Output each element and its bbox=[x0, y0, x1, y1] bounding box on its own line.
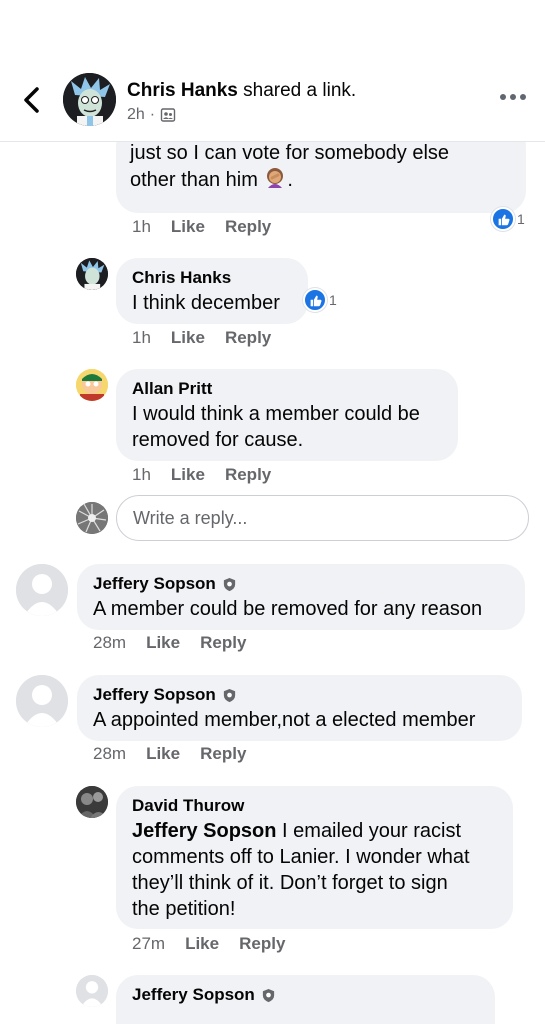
comment-actions: 27m Like Reply bbox=[132, 934, 285, 954]
commenter-avatar[interactable] bbox=[76, 258, 108, 290]
comment-actions: 28m Like Reply bbox=[93, 744, 246, 764]
comment-bubble: Allan Pritt I would think a member could… bbox=[116, 369, 458, 461]
comment-author[interactable]: Chris Hanks bbox=[132, 268, 292, 288]
commenter-avatar[interactable] bbox=[76, 369, 108, 401]
comment-time[interactable]: 1h bbox=[132, 217, 151, 237]
comment-time[interactable]: 28m bbox=[93, 744, 126, 764]
comment-time[interactable]: 28m bbox=[93, 633, 126, 653]
post-title: Chris Hanks shared a link. bbox=[127, 80, 356, 102]
comment-text: Jeffery Sopson I emailed your racist com… bbox=[132, 820, 470, 920]
commenter-avatar[interactable] bbox=[16, 675, 68, 727]
comment-author[interactable]: David Thurow bbox=[132, 796, 497, 816]
moderator-badge-icon bbox=[223, 688, 235, 702]
comment-time[interactable]: 1h bbox=[132, 328, 151, 348]
comment-actions: 1h Like Reply bbox=[132, 328, 271, 348]
post-header: Chris Hanks shared a link. 2h · bbox=[0, 0, 545, 142]
reply-button[interactable]: Reply bbox=[225, 217, 271, 237]
comment-author[interactable]: Jeffery Sopson bbox=[93, 685, 506, 705]
comment-actions: 1h Like Reply bbox=[132, 465, 271, 485]
comment-actions: 28m Like Reply bbox=[93, 633, 246, 653]
comment-time[interactable]: 27m bbox=[132, 934, 165, 954]
mention-link[interactable]: Jeffery Sopson bbox=[132, 820, 276, 842]
like-reaction-icon bbox=[303, 288, 327, 312]
comment-bubble: Jeffery Sopson A appointed member,not a … bbox=[77, 675, 522, 741]
chevron-left-icon[interactable] bbox=[20, 86, 44, 114]
reply-button[interactable]: Reply bbox=[225, 328, 271, 348]
reply-button[interactable]: Reply bbox=[239, 934, 285, 954]
current-user-avatar bbox=[76, 502, 108, 534]
like-reaction-icon bbox=[491, 207, 515, 231]
commenter-avatar[interactable] bbox=[76, 975, 108, 1007]
comment-text: A member could be removed for any reason bbox=[93, 598, 483, 620]
comment-author[interactable]: Jeffery Sopson bbox=[93, 574, 509, 594]
moderator-badge-icon bbox=[223, 577, 235, 591]
reply-button[interactable]: Reply bbox=[200, 633, 246, 653]
comment-bubble: Jeffery Sopson A member could be removed… bbox=[77, 564, 525, 630]
moderator-badge-icon bbox=[262, 988, 274, 1002]
commenter-avatar[interactable] bbox=[16, 564, 68, 616]
comment-bubble: David Thurow Jeffery Sopson I emailed yo… bbox=[116, 786, 513, 929]
commenter-avatar[interactable] bbox=[76, 786, 108, 818]
group-privacy-icon bbox=[160, 108, 176, 122]
reaction-count[interactable]: 1 bbox=[303, 288, 337, 312]
meta-separator: · bbox=[149, 106, 156, 123]
comment-text: I would think a member could be removed … bbox=[132, 403, 420, 451]
more-options-icon[interactable] bbox=[500, 94, 526, 100]
author-name[interactable]: Chris Hanks bbox=[127, 80, 238, 101]
like-button[interactable]: Like bbox=[146, 744, 180, 764]
post-time[interactable]: 2h bbox=[127, 106, 145, 124]
comment-author[interactable]: Jeffery Sopson bbox=[132, 985, 479, 1005]
post-meta: 2h · bbox=[127, 106, 176, 124]
post-action: shared a link. bbox=[237, 80, 357, 101]
comment-bubble: Chris Hanks I think december bbox=[116, 258, 308, 324]
reply-button[interactable]: Reply bbox=[200, 744, 246, 764]
reply-button[interactable]: Reply bbox=[225, 465, 271, 485]
woman-facepalming-emoji bbox=[267, 168, 284, 188]
like-button[interactable]: Like bbox=[171, 217, 205, 237]
author-avatar[interactable] bbox=[63, 73, 116, 126]
like-button[interactable]: Like bbox=[146, 633, 180, 653]
comment-text: A appointed member,not a elected member bbox=[93, 709, 476, 731]
reaction-count[interactable]: 1 bbox=[491, 207, 525, 231]
comment-actions: 1h Like Reply bbox=[132, 217, 271, 237]
comment-author[interactable]: Allan Pritt bbox=[132, 379, 442, 399]
like-button[interactable]: Like bbox=[185, 934, 219, 954]
comment-text: just so I can vote for somebody else oth… bbox=[130, 142, 450, 191]
like-button[interactable]: Like bbox=[171, 465, 205, 485]
like-button[interactable]: Like bbox=[171, 328, 205, 348]
comment-text: I think december bbox=[132, 292, 280, 314]
comment-bubble: Jeffery Sopson bbox=[116, 975, 495, 1024]
reply-input[interactable]: Write a reply... bbox=[116, 495, 529, 541]
comment-time[interactable]: 1h bbox=[132, 465, 151, 485]
